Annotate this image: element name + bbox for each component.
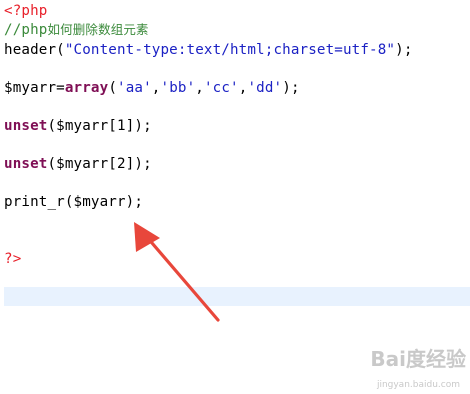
arrow-shaft [144,234,220,322]
watermark-title: Bai度经验 [370,347,466,371]
watermark-url: jingyan.baidu.com [376,380,460,390]
annotation-arrow-icon [134,222,220,322]
